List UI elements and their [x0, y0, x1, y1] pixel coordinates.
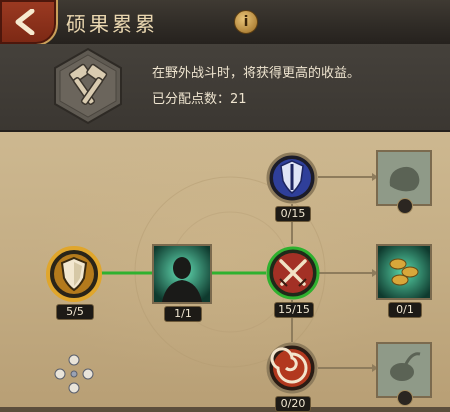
talent-node-crossed-swords[interactable]: 15/15: [266, 246, 320, 318]
vortex-icon: [266, 342, 318, 394]
coins-icon: [376, 244, 432, 300]
dpad-navigation-icon[interactable]: [52, 352, 96, 396]
lock-icon: [397, 390, 413, 406]
warrior-portrait-icon: [152, 244, 212, 304]
top-bar: 硕果累累 i: [0, 0, 450, 46]
talent-description: 在野外战斗时，将获得更高的收益。: [152, 66, 361, 81]
node-count: 0/1: [388, 302, 422, 318]
shield-icon: [46, 246, 102, 302]
talent-node-warrior[interactable]: 1/1: [152, 244, 212, 322]
node-count: 0/15: [275, 206, 311, 222]
talent-node-blue-banner[interactable]: 0/15: [266, 152, 318, 222]
back-button[interactable]: [0, 0, 58, 46]
talent-node-vortex[interactable]: 0/20: [266, 342, 318, 412]
talent-node-resources[interactable]: [376, 150, 432, 214]
lock-icon: [397, 198, 413, 214]
talent-info-panel: 在野外战斗时，将获得更高的收益。 已分配点数：21: [0, 44, 450, 132]
crossed-swords-icon: [266, 246, 320, 300]
info-button[interactable]: i: [234, 10, 258, 34]
blue-shield-sword-icon: [266, 152, 318, 204]
node-count: 1/1: [164, 306, 202, 322]
back-arrow-icon: [15, 9, 35, 35]
crossed-hammers-icon: [54, 47, 122, 125]
talent-node-coins[interactable]: 0/1: [376, 244, 432, 318]
talent-node-shield[interactable]: 5/5: [46, 246, 102, 320]
page-title: 硕果累累: [66, 12, 158, 36]
node-count: 5/5: [56, 304, 94, 320]
node-count: 0/20: [275, 396, 311, 412]
allocated-points: 已分配点数：21: [152, 92, 247, 107]
talent-node-herb[interactable]: [376, 342, 432, 406]
node-count: 15/15: [274, 302, 314, 318]
